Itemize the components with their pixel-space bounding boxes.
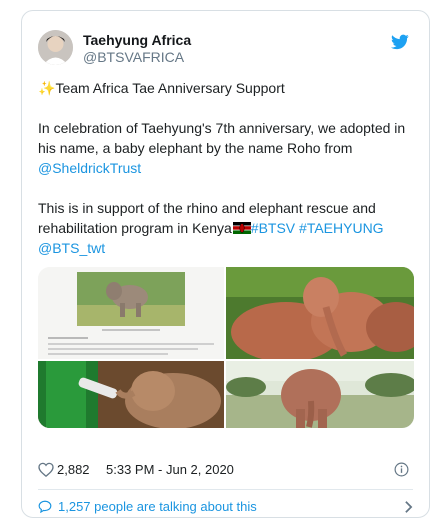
tweet-paragraph-2: This is in support of the rhino and elep… xyxy=(38,198,418,258)
comment-icon xyxy=(38,500,52,513)
paragraph-1-text: In celebration of Taehyung's 7th anniver… xyxy=(38,120,406,156)
photo-elephants-group[interactable] xyxy=(226,267,414,359)
twitter-bird-icon[interactable] xyxy=(391,34,409,50)
talking-count-label[interactable]: 1,257 people are talking about this xyxy=(58,499,257,514)
tweet-timestamp[interactable]: 5:33 PM - Jun 2, 2020 xyxy=(106,462,234,477)
hashtag-taehyung[interactable]: #TAEHYUNG xyxy=(299,220,384,236)
chevron-right-icon[interactable] xyxy=(404,500,413,514)
mention-sheldricktrust[interactable]: @SheldrickTrust xyxy=(38,160,141,176)
tweet-text: ✨Team Africa Tae Anniversary Support In … xyxy=(38,78,418,278)
tweet-title: Team Africa Tae Anniversary Support xyxy=(55,80,285,96)
avatar[interactable] xyxy=(38,30,73,65)
photo-bottle-feeding[interactable] xyxy=(38,361,224,428)
kenya-flag-icon xyxy=(232,219,251,234)
user-handle[interactable]: @BTSVAFRICA xyxy=(83,49,184,65)
info-icon[interactable] xyxy=(394,462,409,477)
like-count[interactable]: 2,882 xyxy=(57,462,90,477)
hashtag-btsv[interactable]: #BTSV xyxy=(251,220,295,236)
display-name[interactable]: Taehyung Africa xyxy=(83,32,191,48)
photo-certificate[interactable] xyxy=(38,267,224,359)
heart-icon[interactable] xyxy=(38,462,54,477)
tweet-paragraph-1: In celebration of Taehyung's 7th anniver… xyxy=(38,118,418,178)
tweet-card: Taehyung Africa @BTSVAFRICA ✨Team Africa… xyxy=(21,10,430,518)
tweet-title-line: ✨Team Africa Tae Anniversary Support xyxy=(38,78,418,98)
photo-grid xyxy=(38,267,414,428)
photo-elephant-field[interactable] xyxy=(226,361,414,428)
tweet-actions: 2,882 5:33 PM - Jun 2, 2020 xyxy=(38,460,413,480)
mention-bts-twt[interactable]: @BTS_twt xyxy=(38,240,105,256)
divider xyxy=(38,489,413,490)
sparkles-icon: ✨ xyxy=(38,80,56,96)
tweet-header: Taehyung Africa @BTSVAFRICA xyxy=(38,30,413,70)
conversation-link[interactable]: 1,257 people are talking about this xyxy=(38,498,413,517)
